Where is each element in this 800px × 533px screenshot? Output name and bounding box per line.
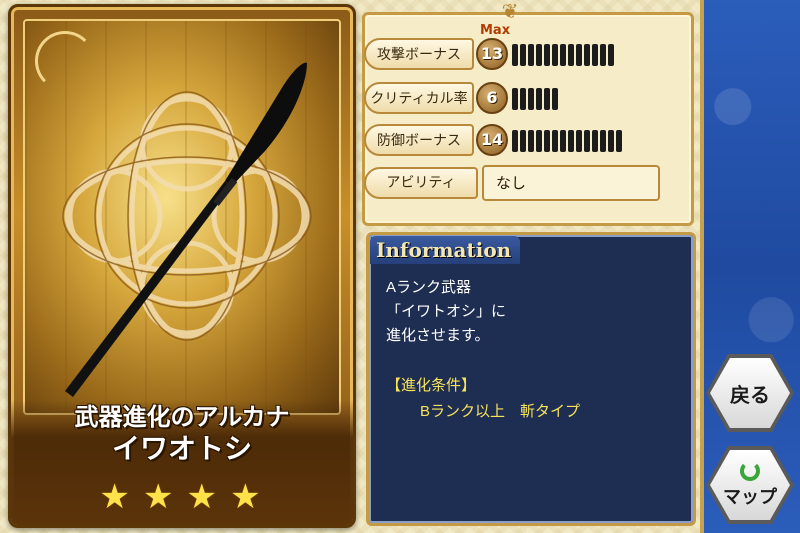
bar-segment: [552, 130, 558, 152]
bar-segment: [560, 130, 566, 152]
ability-value: なし: [482, 165, 660, 201]
evolution-condition-text: Bランク以上 斬タイプ: [420, 403, 581, 420]
stat-label: 攻撃ボーナス: [364, 38, 474, 70]
bar-segment: [544, 88, 550, 110]
star-icon: ★: [99, 477, 134, 517]
bar-segment: [592, 130, 598, 152]
info-line: 進化させます。: [386, 327, 490, 344]
stat-value: 13: [476, 38, 508, 70]
bar-segment: [552, 88, 558, 110]
bar-segment: [536, 88, 542, 110]
info-line: Aランク武器: [386, 279, 472, 296]
bar-segment: [520, 44, 526, 66]
bar-segment: [536, 130, 542, 152]
star-icon: ★: [230, 477, 265, 517]
bar-segment: [616, 130, 622, 152]
information-title: Information: [376, 238, 512, 262]
bar-segment: [560, 44, 566, 66]
map-button-label: マップ: [723, 487, 777, 508]
back-button-label: 戻る: [730, 382, 770, 407]
bar-segment: [544, 44, 550, 66]
bar-segment: [568, 44, 574, 66]
bar-segment: [512, 88, 518, 110]
bar-segment: [608, 44, 614, 66]
bar-segment: [544, 130, 550, 152]
bar-segment: [576, 130, 582, 152]
bar-segment: [512, 130, 518, 152]
refresh-icon: [740, 461, 760, 481]
ornament-icon: ❦: [501, 0, 519, 23]
max-label: Max: [480, 23, 511, 38]
stat-label: 防御ボーナス: [364, 124, 474, 156]
star-icon: ★: [142, 477, 178, 517]
bar-segment: [528, 130, 534, 152]
bar-segment: [520, 88, 526, 110]
bar-segment: [576, 44, 582, 66]
stat-bar: [512, 44, 614, 66]
card-name: イワオトシ: [111, 432, 252, 465]
bar-segment: [520, 130, 526, 152]
bar-segment: [528, 44, 534, 66]
star-icon: ★: [186, 477, 222, 517]
stat-bar: [512, 130, 622, 152]
info-line: 「イワトオシ」に: [386, 303, 507, 320]
bar-segment: [512, 44, 518, 66]
weapon-card[interactable]: 武器進化のアルカナ イワオトシ ★ ★ ★ ★: [8, 4, 356, 528]
ability-label: アビリティ: [364, 167, 478, 199]
rarity-stars: ★ ★ ★ ★: [11, 477, 353, 517]
corner-swirl-ornament: [35, 31, 95, 91]
bar-segment: [600, 44, 606, 66]
bar-segment: [528, 88, 534, 110]
stat-label: クリティカル率: [364, 82, 474, 114]
stat-value: 14: [476, 124, 508, 156]
bar-segment: [536, 44, 542, 66]
stat-value: 6: [476, 82, 508, 114]
bar-segment: [568, 130, 574, 152]
bar-segment: [592, 44, 598, 66]
bar-segment: [584, 130, 590, 152]
bar-segment: [608, 130, 614, 152]
evolution-condition-title: 【進化条件】: [386, 377, 477, 394]
bar-segment: [584, 44, 590, 66]
stat-bar: [512, 88, 558, 110]
bar-segment: [600, 130, 606, 152]
bar-segment: [552, 44, 558, 66]
